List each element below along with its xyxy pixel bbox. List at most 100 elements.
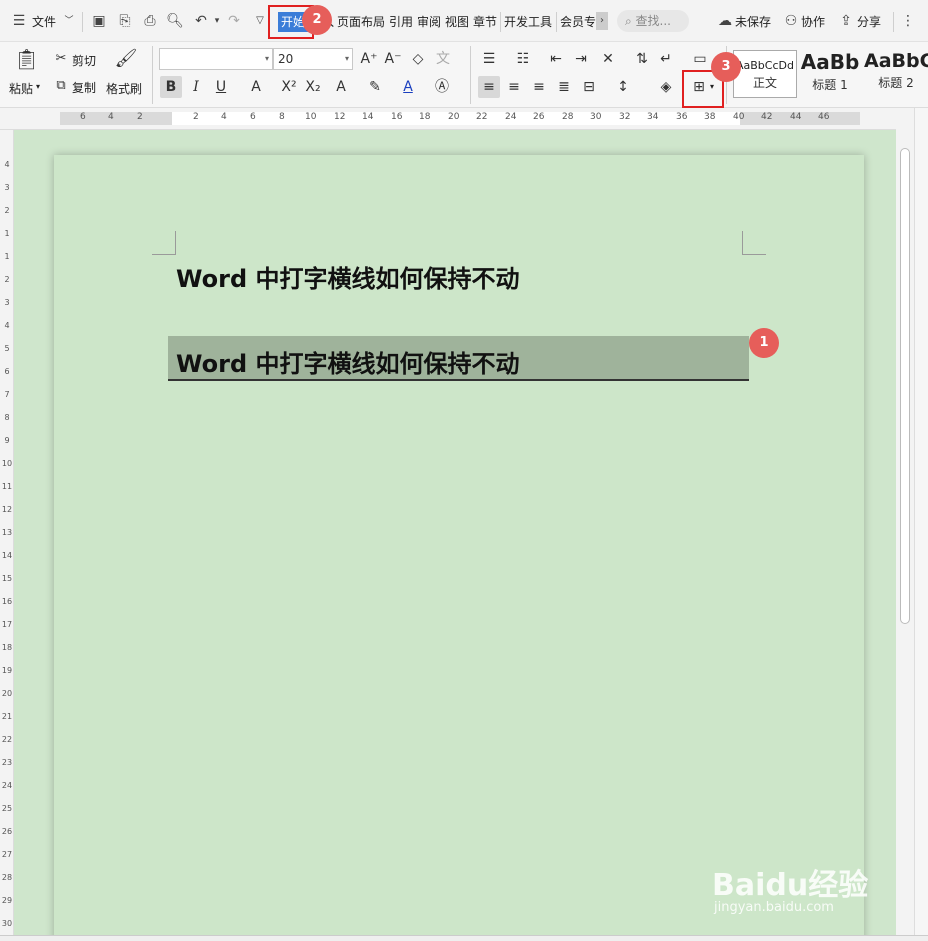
ruler-tick: 4 [4,160,10,169]
bullets-icon[interactable]: ☰ [478,48,500,70]
right-side-panel [914,108,928,935]
ruler-tick: 14 [1,551,13,560]
shading-icon[interactable]: ◈ [655,76,677,98]
format-painter-icon[interactable]: 🖌︎ [114,48,138,74]
watermark-logo: Baidu经验 [712,868,869,903]
increase-font-icon[interactable]: A⁺ [358,48,380,70]
document-page[interactable]: Word 中打字横线如何保持不动 Word 中打字横线如何保持不动 [54,155,864,941]
italic-button[interactable]: I [185,76,207,98]
font-color-button[interactable]: A [397,76,419,98]
justify-icon[interactable]: ≣ [553,76,575,98]
ruler-tick: 1 [4,229,10,238]
horizontal-ruler[interactable]: 6 4 2 2 4 6 8 10 12 14 16 18 20 22 24 26… [0,108,896,130]
sort-icon[interactable]: ⇅ [631,48,653,70]
font-name-select[interactable]: ▾ [159,48,273,70]
redo-icon[interactable]: ↷ [225,12,243,30]
strikethrough-button[interactable]: A [245,76,267,98]
highlight-icon[interactable]: ✎ [364,76,386,98]
unsaved-status[interactable]: 未保存 [735,12,771,32]
align-right-icon[interactable]: ≡ [528,76,550,98]
chinese-layout-icon[interactable]: ✕ [597,48,619,70]
callout-badge-3: 3 [711,52,741,82]
style-heading-1[interactable]: AaBb 标题 1 [799,50,861,98]
show-marks-icon[interactable]: ↵ [655,48,677,70]
chevron-down-icon[interactable]: ﹀ [60,12,78,30]
ruler-tick: 23 [1,758,13,767]
ruler-tick: 20 [1,689,13,698]
undo-dropdown-icon[interactable]: ▾ [208,12,226,30]
document-text-line-2[interactable]: Word 中打字横线如何保持不动 [176,344,519,379]
ruler-tick: 6 [80,112,86,122]
bold-button[interactable]: B [160,76,182,98]
paste-button[interactable]: 粘贴 [9,80,33,97]
char-border-button[interactable]: Ⓐ [431,76,453,98]
share-button[interactable]: 分享 [857,12,881,32]
ruler-tick: 24 [1,781,13,790]
tab-view[interactable]: 视图 [445,12,469,32]
ruler-tick: 30 [590,112,602,122]
bordered-paragraph[interactable]: Word 中打字横线如何保持不动 [168,336,749,381]
tab-member[interactable]: 会员专 [560,12,596,32]
tabs-scroll-right-icon[interactable]: › [596,12,608,30]
tab-chapter[interactable]: 章节 [473,12,497,32]
ruler-tick: 8 [4,413,10,422]
tab-developer[interactable]: 开发工具 [504,12,552,32]
align-center-icon[interactable]: ≡ [503,76,525,98]
underline-button[interactable]: U [210,76,232,98]
paste-dropdown-icon[interactable]: ▾ [36,82,40,91]
vertical-ruler[interactable]: 4 3 2 1 1 2 3 4 5 6 7 8 9 10 11 12 13 14 15 16 17 18 19 20 21 22 2… [0,130,14,935]
document-text-line-1[interactable]: Word 中打字横线如何保持不动 [176,259,519,294]
tab-page-layout[interactable]: 页面布局 [337,12,385,32]
style-normal[interactable]: AaBbCcDd 正文 [733,50,797,98]
text-effect-button[interactable]: A [330,76,352,98]
table-tools-icon[interactable]: ▭ [689,48,711,70]
style-heading-2[interactable]: AaBbC 标题 2 [864,50,928,98]
hamburger-menu-icon[interactable]: ☰ [10,12,28,30]
decrease-font-icon[interactable]: A⁻ [382,48,404,70]
collab-button[interactable]: 协作 [801,12,825,32]
increase-indent-icon[interactable]: ⇥ [570,48,592,70]
ruler-tick: 10 [1,459,13,468]
align-left-icon[interactable]: ≡ [478,76,500,98]
copy-icon: ⧉ [56,78,66,93]
file-menu[interactable]: 文件 [32,12,56,32]
callout-badge-1: 1 [749,328,779,358]
vertical-scrollbar[interactable] [896,108,914,935]
format-painter-button[interactable]: 格式刷 [106,80,142,97]
quick-access-dropdown-icon[interactable]: ▽ [251,12,269,30]
ruler-tick: 32 [619,112,631,122]
ruler-tick: 26 [533,112,545,122]
distribute-icon[interactable]: ⊟ [578,76,600,98]
baidu-watermark: Baidu经验 jingyan.baidu.com [712,840,882,920]
numbering-icon[interactable]: ☷ [512,48,534,70]
subscript-button[interactable]: X₂ [302,76,324,98]
ruler-tick: 12 [334,112,346,122]
tab-references[interactable]: 引用 [389,12,413,32]
convert-icon[interactable]: ⎘ [116,12,134,30]
line-spacing-icon[interactable]: ↕ [612,76,634,98]
print-icon[interactable]: ⎙ [141,12,159,30]
scrollbar-thumb[interactable] [900,148,910,624]
ruler-tick: 5 [4,344,10,353]
phonetic-guide-icon[interactable]: 文 [432,48,454,70]
clear-format-icon[interactable]: ◇ [407,48,429,70]
paste-icon[interactable]: 📋︎ [14,48,39,74]
ruler-tick: 9 [4,436,10,445]
search-input[interactable]: ⌕ 查找... [617,10,689,32]
cut-button[interactable]: 剪切 [72,52,96,69]
ruler-tick: 19 [1,666,13,675]
copy-button[interactable]: 复制 [72,79,96,96]
ruler-tick: 38 [704,112,716,122]
superscript-button[interactable]: X² [278,76,300,98]
ruler-tick: 13 [1,528,13,537]
save-icon[interactable]: ▣ [90,12,108,30]
share-icon: ⇪ [840,13,852,29]
more-options-icon[interactable]: ⋮ [899,12,917,30]
tab-review[interactable]: 审阅 [417,12,441,32]
font-size-select[interactable]: 20 ▾ [273,48,353,70]
print-preview-icon[interactable]: 🔍︎ [166,12,184,30]
ruler-tick: 46 [818,112,830,122]
ruler-tick: 16 [391,112,403,122]
decrease-indent-icon[interactable]: ⇤ [545,48,567,70]
ruler-tick: 3 [4,298,10,307]
